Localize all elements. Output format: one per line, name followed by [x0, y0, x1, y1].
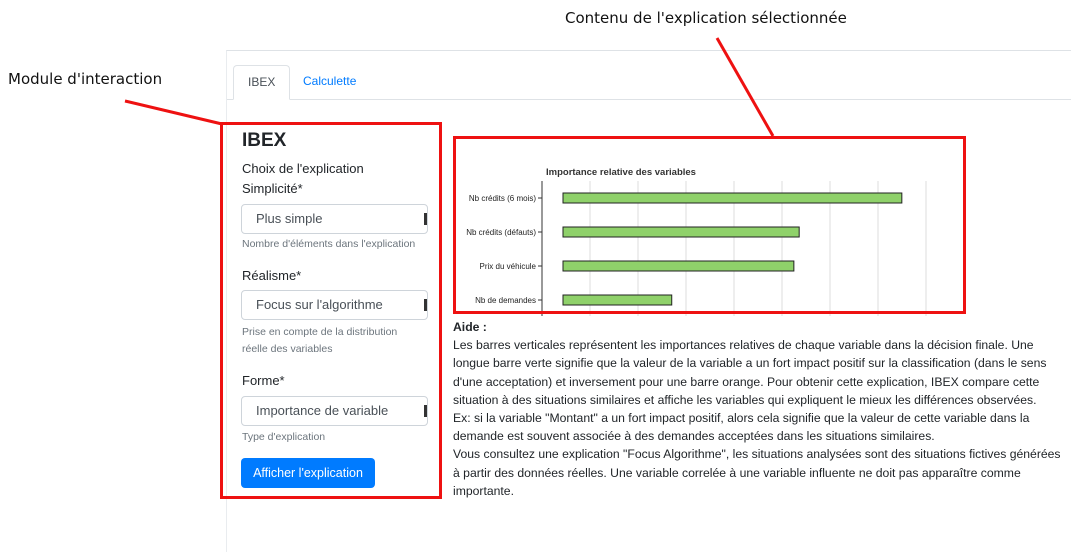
help-section: Aide : Les barres verticales représenten…: [453, 318, 1063, 500]
show-explanation-button[interactable]: Afficher l'explication: [241, 458, 375, 488]
realism-select[interactable]: Focus sur l'algorithme: [241, 290, 428, 320]
realism-help-line2: réelle des variables: [242, 343, 333, 355]
chart-category-label: Nb crédits (défauts): [466, 228, 536, 237]
help-paragraph-1: Les barres verticales représentent les i…: [453, 338, 1047, 407]
tab-bar: IBEX Calculette: [227, 65, 1071, 100]
simplicity-label: Simplicité*: [242, 181, 303, 196]
chart-bar: [562, 192, 903, 204]
help-paragraph-3: Vous consultez une explication "Focus Al…: [453, 447, 1061, 498]
realism-help-line1: Prise en compte de la distribution: [242, 326, 398, 338]
explanation-choice-label: Choix de l'explication: [242, 161, 364, 176]
help-title: Aide :: [453, 320, 487, 334]
form-help: Type d'explication: [242, 431, 326, 443]
form-select[interactable]: Importance de variable: [241, 396, 428, 426]
simplicity-value: Plus simple: [256, 211, 323, 226]
realism-value: Focus sur l'algorithme: [256, 297, 383, 312]
tab-calculette[interactable]: Calculette: [289, 65, 370, 100]
chart-category-label: Nb de demandes: [475, 296, 536, 305]
chevron-down-icon: [424, 213, 427, 225]
simplicity-help: Nombre d'éléments dans l'explication: [242, 238, 416, 250]
help-paragraph-2: Ex: si la variable "Montant" a un fort i…: [453, 411, 1030, 444]
chart-bar: [562, 260, 795, 272]
chevron-down-icon: [424, 299, 427, 311]
tab-ibex[interactable]: IBEX: [233, 65, 291, 100]
chevron-down-icon: [424, 405, 427, 417]
form-label: Forme*: [242, 373, 285, 388]
annotation-explanation-content: Contenu de l'explication sélectionnée: [565, 9, 847, 27]
chart-svg: Nb crédits (6 mois) Nb crédits (défauts) P…: [466, 181, 927, 316]
simplicity-select[interactable]: Plus simple: [241, 204, 428, 234]
chart-category-label: Prix du véhicule: [480, 262, 537, 271]
panel-title: IBEX: [242, 130, 287, 151]
chart-bar: [562, 294, 673, 306]
annotation-interaction-module: Module d'interaction: [8, 70, 163, 88]
importance-chart: Nb crédits (6 mois) Nb crédits (défauts) P…: [456, 160, 936, 320]
realism-label: Réalisme*: [242, 268, 302, 283]
chart-title: Importance relative des variables: [546, 167, 696, 178]
chart-category-label: Nb crédits (6 mois): [469, 194, 536, 203]
chart-bar: [562, 226, 800, 238]
annotation-line-left: [124, 99, 223, 126]
form-value: Importance de variable: [256, 403, 389, 418]
